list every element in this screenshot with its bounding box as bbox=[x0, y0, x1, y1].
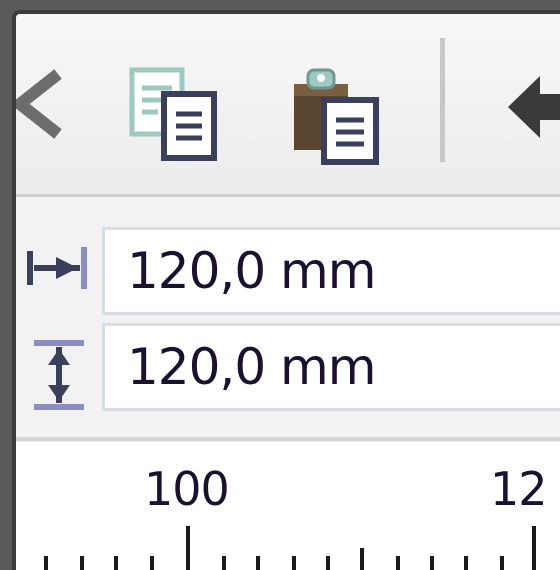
height-value: 120,0 mm bbox=[127, 338, 376, 396]
height-arrows-icon bbox=[34, 340, 84, 410]
paste-attributes-button[interactable] bbox=[288, 62, 388, 166]
ruler-tick bbox=[326, 556, 330, 570]
back-button[interactable] bbox=[16, 64, 66, 144]
width-field[interactable]: 120,0 mm bbox=[102, 227, 560, 315]
side-panel: 120,0 mm 120,0 mm 100 12 bbox=[12, 10, 560, 570]
ruler-tick bbox=[256, 556, 260, 570]
toolbar bbox=[16, 14, 560, 197]
geometry-properties: 120,0 mm 120,0 mm bbox=[16, 197, 560, 441]
width-value: 120,0 mm bbox=[127, 242, 376, 300]
height-row bbox=[26, 339, 90, 415]
previous-icon bbox=[508, 76, 560, 138]
copy-attributes-icon bbox=[129, 67, 217, 161]
toolbar-separator bbox=[440, 38, 445, 162]
ruler-tick-major bbox=[532, 526, 536, 570]
ruler-tick bbox=[114, 556, 118, 570]
ruler-label-12: 12 bbox=[490, 462, 548, 516]
ruler-tick bbox=[44, 556, 48, 570]
width-row bbox=[26, 243, 90, 297]
ruler-tick bbox=[500, 556, 504, 570]
ruler-tick bbox=[464, 556, 468, 570]
previous-button[interactable] bbox=[496, 64, 560, 154]
width-arrows-icon bbox=[27, 247, 87, 289]
ruler-tick bbox=[292, 556, 296, 570]
ruler-tick-mid bbox=[360, 548, 364, 570]
paste-attributes-icon bbox=[294, 68, 379, 165]
back-icon bbox=[16, 69, 62, 139]
ruler-label-100: 100 bbox=[144, 462, 230, 516]
ruler-tick bbox=[80, 556, 84, 570]
copy-attributes-button[interactable] bbox=[128, 66, 223, 166]
horizontal-ruler: 100 12 bbox=[16, 442, 560, 570]
ruler-tick bbox=[430, 556, 434, 570]
ruler-tick-major bbox=[186, 526, 190, 570]
ruler-tick bbox=[150, 556, 154, 570]
ruler-tick bbox=[396, 556, 400, 570]
ruler-tick bbox=[222, 556, 226, 570]
height-field[interactable]: 120,0 mm bbox=[102, 323, 560, 411]
